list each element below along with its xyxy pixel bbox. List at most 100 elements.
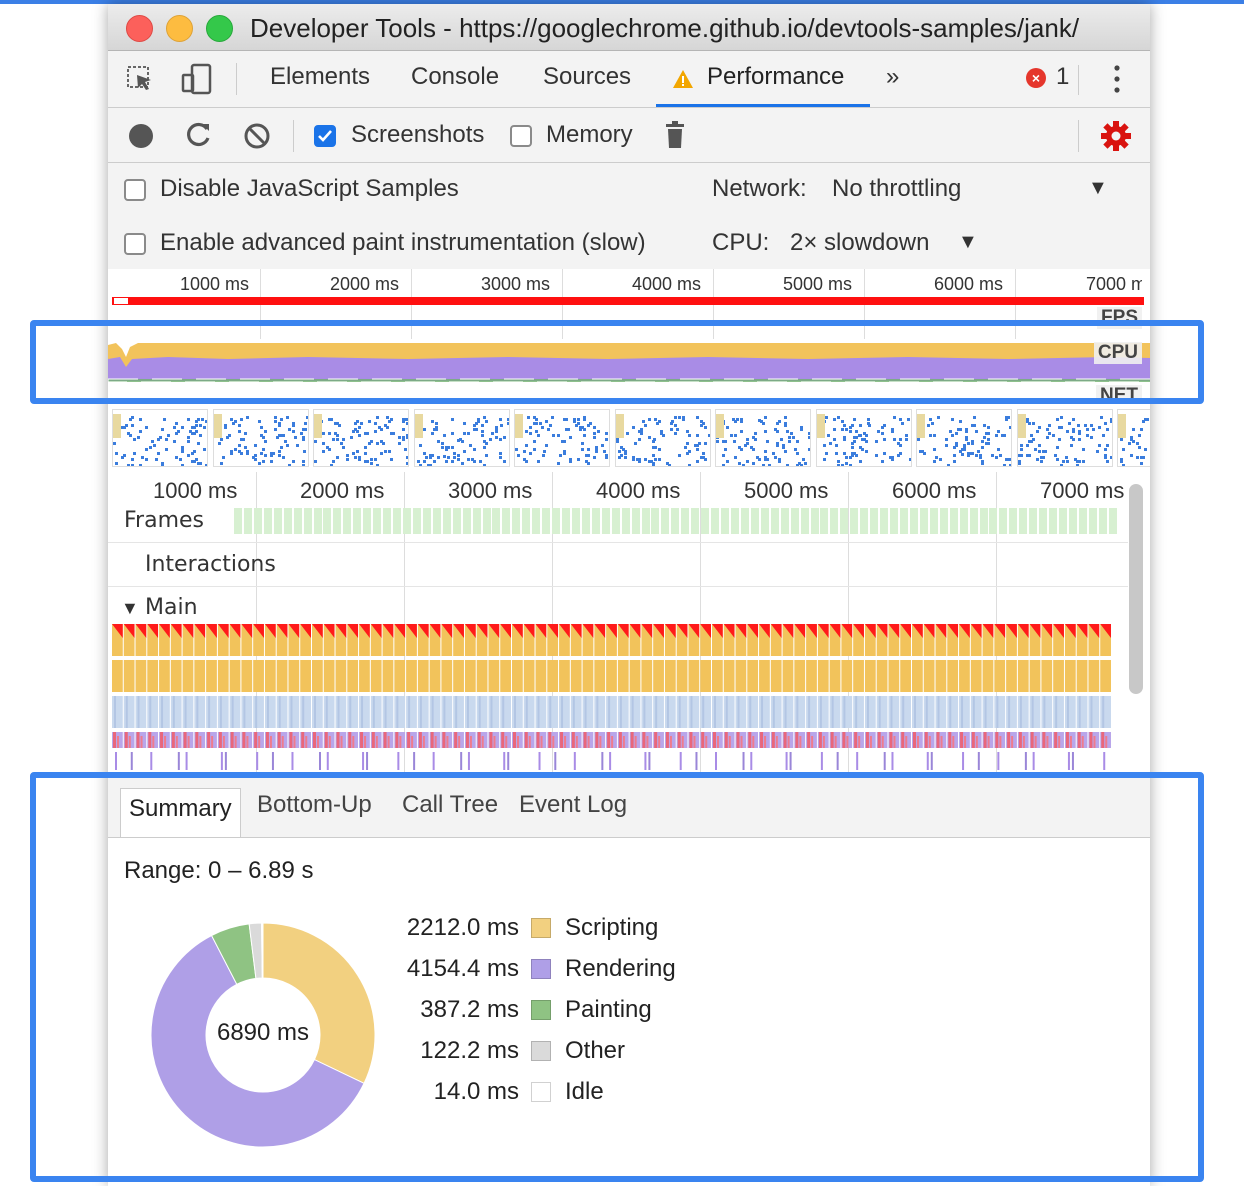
flame-event[interactable]: [314, 696, 316, 728]
frame-bar[interactable]: [601, 508, 610, 534]
error-count[interactable]: 1: [1056, 63, 1069, 91]
flame-event[interactable]: [500, 696, 511, 728]
flame-event[interactable]: [653, 696, 664, 728]
screenshot-thumbnail[interactable]: [916, 409, 1012, 467]
flame-event[interactable]: [817, 660, 829, 692]
screenshots-filmstrip[interactable]: [108, 409, 1150, 469]
flame-event[interactable]: [323, 660, 335, 692]
flame-event[interactable]: [748, 732, 752, 748]
inspect-element-icon[interactable]: [126, 65, 156, 93]
frame-bar[interactable]: [860, 508, 869, 534]
flame-event[interactable]: [1041, 696, 1053, 728]
flame-event[interactable]: [323, 696, 335, 728]
frame-bar[interactable]: [880, 508, 889, 534]
flame-event[interactable]: [559, 660, 570, 692]
frame-bar[interactable]: [263, 508, 272, 534]
frame-bar[interactable]: [442, 508, 451, 534]
flame-event[interactable]: [312, 696, 323, 728]
flame-event[interactable]: [794, 696, 806, 728]
flame-event[interactable]: [220, 752, 223, 770]
frame-bar[interactable]: [1088, 508, 1097, 534]
flame-event[interactable]: [676, 660, 688, 692]
flame-event[interactable]: [599, 736, 602, 748]
flame-event[interactable]: [912, 696, 923, 728]
frame-bar[interactable]: [711, 508, 720, 534]
frame-bar[interactable]: [313, 508, 322, 534]
flame-event[interactable]: [128, 736, 131, 748]
flame-event[interactable]: [964, 736, 967, 748]
flame-event[interactable]: [646, 736, 649, 748]
flame-event[interactable]: [664, 660, 676, 692]
flame-event[interactable]: [256, 752, 259, 770]
flame-event[interactable]: [538, 752, 541, 770]
flame-event[interactable]: [112, 696, 123, 728]
flame-event[interactable]: [488, 696, 500, 728]
flame-event[interactable]: [856, 752, 859, 770]
flame-event[interactable]: [430, 732, 434, 748]
flame-event[interactable]: [561, 696, 564, 728]
flame-event[interactable]: [313, 732, 316, 748]
flame-event[interactable]: [183, 732, 187, 748]
flame-event[interactable]: [370, 696, 382, 728]
flame-event[interactable]: [1029, 696, 1041, 728]
flame-event[interactable]: [399, 736, 402, 748]
flame-event[interactable]: [571, 732, 575, 748]
flame-event[interactable]: [1053, 660, 1064, 692]
screenshot-thumbnail[interactable]: [1117, 409, 1150, 467]
flame-event[interactable]: [893, 736, 896, 748]
main-track-label[interactable]: Main: [145, 595, 198, 620]
flame-event[interactable]: [370, 660, 382, 692]
flame-event[interactable]: [641, 696, 653, 728]
main-timeline[interactable]: 1000 ms 2000 ms 3000 ms 4000 ms 5000 ms …: [108, 472, 1150, 772]
flame-event[interactable]: [336, 732, 340, 748]
flame-event[interactable]: [559, 696, 570, 728]
flame-event[interactable]: [858, 736, 861, 748]
more-tabs-button[interactable]: »: [886, 63, 899, 91]
flame-event[interactable]: [948, 732, 952, 748]
flame-event[interactable]: [1093, 736, 1096, 748]
frame-bar[interactable]: [820, 508, 829, 534]
flame-event[interactable]: [836, 752, 839, 770]
frame-bar[interactable]: [1029, 508, 1038, 534]
flame-event[interactable]: [407, 732, 411, 748]
frame-bar[interactable]: [631, 508, 640, 534]
flame-event[interactable]: [366, 752, 369, 770]
frame-bar[interactable]: [1039, 508, 1048, 534]
flame-event[interactable]: [912, 660, 923, 692]
flame-event[interactable]: [869, 736, 872, 748]
screenshot-thumbnail[interactable]: [1016, 409, 1113, 467]
flame-event[interactable]: [360, 732, 364, 748]
flame-event[interactable]: [705, 736, 708, 748]
flame-event[interactable]: [818, 732, 822, 748]
flame-event[interactable]: [147, 660, 159, 692]
frame-bar[interactable]: [422, 508, 431, 534]
flame-event[interactable]: [1100, 660, 1111, 692]
frame-bar[interactable]: [949, 508, 958, 534]
flame-event[interactable]: [464, 696, 476, 728]
flame-event[interactable]: [217, 660, 229, 692]
flame-event[interactable]: [831, 696, 834, 728]
flame-event[interactable]: [441, 660, 453, 692]
flame-event[interactable]: [630, 732, 634, 748]
frame-bar[interactable]: [591, 508, 600, 534]
flame-event[interactable]: [618, 732, 622, 748]
frame-bar[interactable]: [661, 508, 670, 534]
flame-event[interactable]: [982, 696, 994, 728]
frame-bar[interactable]: [641, 508, 650, 534]
flame-event[interactable]: [582, 696, 594, 728]
flame-event[interactable]: [619, 696, 622, 728]
flame-event[interactable]: [476, 696, 488, 728]
flame-event[interactable]: [490, 696, 493, 728]
flame-event[interactable]: [547, 660, 559, 692]
flame-event[interactable]: [713, 732, 716, 748]
flame-event[interactable]: [340, 736, 343, 748]
flame-event[interactable]: [500, 660, 511, 692]
flame-event[interactable]: [664, 696, 676, 728]
flame-event[interactable]: [454, 732, 458, 748]
flame-event[interactable]: [994, 660, 1006, 692]
flame-event[interactable]: [1053, 696, 1064, 728]
frame-bar[interactable]: [780, 508, 789, 534]
flame-event[interactable]: [319, 752, 321, 770]
flame-event[interactable]: [302, 696, 305, 728]
flame-event[interactable]: [517, 736, 519, 748]
